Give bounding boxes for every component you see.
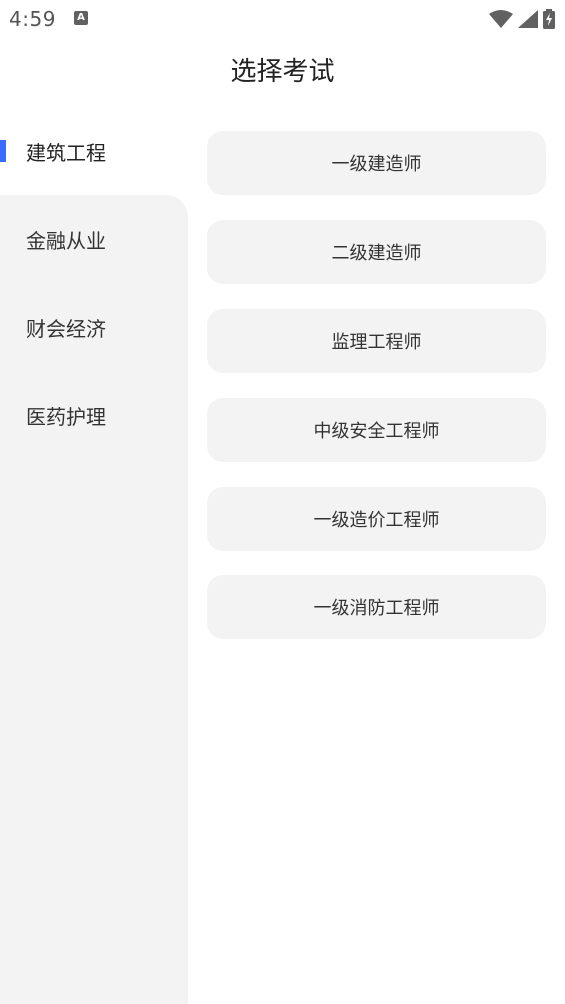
exam-card[interactable]: 一级造价工程师 bbox=[207, 487, 546, 551]
exam-label: 二级建造师 bbox=[331, 243, 422, 264]
accessibility-a-icon: A bbox=[74, 11, 88, 25]
category-label: 金融从业 bbox=[26, 228, 106, 253]
exam-card[interactable]: 一级建造师 bbox=[207, 131, 546, 195]
exam-label: 中级安全工程师 bbox=[313, 421, 440, 442]
status-icons bbox=[489, 8, 555, 30]
category-item-medical[interactable]: 医药护理 bbox=[0, 371, 188, 459]
page-title: 选择考试 bbox=[230, 57, 335, 87]
exam-label: 监理工程师 bbox=[331, 332, 422, 353]
category-label: 医药护理 bbox=[26, 404, 106, 429]
selected-indicator bbox=[0, 140, 6, 162]
category-label: 建筑工程 bbox=[26, 140, 106, 165]
category-item-finance[interactable]: 金融从业 bbox=[0, 195, 188, 283]
cellular-signal-icon bbox=[518, 10, 538, 28]
exam-label: 一级造价工程师 bbox=[313, 510, 440, 531]
category-item-construction[interactable]: 建筑工程 bbox=[0, 107, 188, 195]
exam-card[interactable]: 二级建造师 bbox=[207, 220, 546, 284]
category-sidebar: 建筑工程 金融从业 财会经济 医药护理 bbox=[0, 107, 188, 1004]
exam-card[interactable]: 一级消防工程师 bbox=[207, 575, 546, 639]
exam-label: 一级建造师 bbox=[331, 154, 422, 175]
status-time: 4:59 bbox=[9, 7, 56, 31]
exam-label: 一级消防工程师 bbox=[313, 598, 440, 619]
exam-card[interactable]: 监理工程师 bbox=[207, 309, 546, 373]
exam-card[interactable]: 中级安全工程师 bbox=[207, 398, 546, 462]
category-label: 财会经济 bbox=[26, 316, 106, 341]
battery-charging-icon bbox=[543, 9, 555, 29]
category-item-accounting[interactable]: 财会经济 bbox=[0, 283, 188, 371]
wifi-icon bbox=[489, 10, 513, 28]
status-bar: 4:59 A bbox=[0, 0, 565, 40]
